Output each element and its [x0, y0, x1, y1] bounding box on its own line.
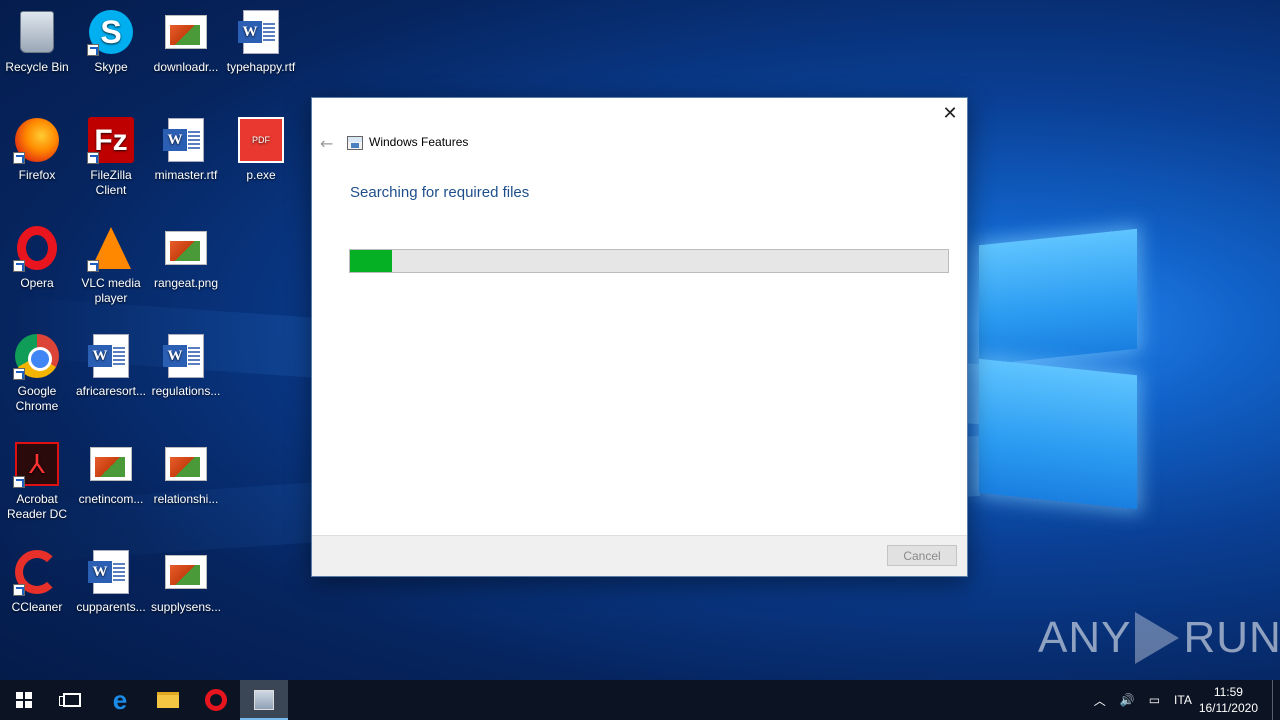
desktop-icon-cupparents[interactable]: W cupparents... — [74, 548, 148, 615]
image-file-icon — [162, 8, 210, 56]
desktop-icon-skype[interactable]: S Skype — [74, 8, 148, 75]
firefox-icon — [13, 116, 61, 164]
desktop-icon-chrome[interactable]: Google Chrome — [0, 332, 74, 414]
language-indicator[interactable]: ITA — [1174, 693, 1192, 707]
desktop-icon-label: Acrobat Reader DC — [6, 492, 68, 521]
desktop-icon-label: mimaster.rtf — [154, 168, 218, 182]
desktop-icon-opera[interactable]: Opera — [0, 224, 74, 291]
network-icon[interactable]: ▭ — [1149, 693, 1160, 707]
desktop-icon-p-exe[interactable]: PDF p.exe — [224, 116, 298, 183]
windows-features-icon — [347, 136, 363, 150]
watermark-text-right: RUN — [1183, 613, 1280, 662]
ccleaner-icon — [13, 548, 61, 596]
clock-time: 11:59 — [1213, 685, 1243, 699]
clock[interactable]: 11:59 16/11/2020 — [1199, 684, 1258, 716]
clock-date: 16/11/2020 — [1198, 701, 1258, 715]
opera-icon — [13, 224, 61, 272]
desktop-icon-africaresort[interactable]: W africaresort... — [74, 332, 148, 399]
chrome-icon — [13, 332, 61, 380]
taskbar-opera[interactable] — [192, 680, 240, 720]
desktop-icon-label: downloadr... — [153, 60, 219, 74]
desktop-icon-label: VLC media player — [81, 276, 141, 305]
show-desktop-button[interactable] — [1272, 680, 1280, 720]
volume-icon[interactable]: 🔊 — [1120, 693, 1135, 707]
desktop-icon-label: rangeat.png — [153, 276, 219, 290]
word-document-icon: W — [87, 332, 135, 380]
desktop-icon-label: CCleaner — [11, 600, 63, 614]
folder-icon — [157, 692, 179, 708]
desktop-icon-label: cupparents... — [76, 600, 146, 614]
desktop-icon-label: relationshi... — [153, 492, 219, 506]
desktop-icon-label: supplysens... — [150, 600, 222, 614]
desktop-icon-label: Recycle Bin — [5, 60, 69, 74]
windows-features-icon — [254, 690, 274, 710]
pdf-icon: PDF — [237, 116, 285, 164]
word-document-icon: W — [162, 116, 210, 164]
desktop-icon-supplysens[interactable]: supplysens... — [149, 548, 223, 615]
edge-icon: e — [112, 684, 128, 715]
desktop-icon-label: p.exe — [246, 168, 276, 182]
desktop-icon-mimaster[interactable]: W mimaster.rtf — [149, 116, 223, 183]
status-heading: Searching for required files — [350, 184, 530, 201]
desktop-icon-ccleaner[interactable]: CCleaner — [0, 548, 74, 615]
back-arrow-icon[interactable]: ← — [320, 134, 333, 153]
desktop-icon-cnetincom[interactable]: cnetincom... — [74, 440, 148, 507]
desktop-icon-recycle-bin[interactable]: Recycle Bin — [0, 8, 74, 75]
desktop-icon-regulations[interactable]: W regulations... — [149, 332, 223, 399]
dialog-footer: Cancel — [312, 535, 967, 576]
acrobat-icon: ⅄ — [13, 440, 61, 488]
desktop-icon-relationshi[interactable]: relationshi... — [149, 440, 223, 507]
desktop-icon-label: africaresort... — [75, 384, 147, 398]
desktop-icon-label: cnetincom... — [78, 492, 144, 506]
taskbar-windows-features[interactable] — [240, 680, 288, 720]
desktop-icon-downloadr[interactable]: downloadr... — [149, 8, 223, 75]
windows-logo-icon — [16, 692, 32, 708]
progress-bar — [349, 249, 949, 273]
system-tray: ︿ 🔊 ▭ ITA 11:59 16/11/2020 — [1087, 680, 1280, 720]
desktop-icon-rangeat[interactable]: rangeat.png — [149, 224, 223, 291]
anyrun-watermark: ANY RUN — [1038, 612, 1280, 664]
desktop-icon-label: Google Chrome — [15, 384, 59, 413]
desktop-icon-filezilla[interactable]: Fz FileZilla Client — [74, 116, 148, 198]
word-document-icon: W — [237, 8, 285, 56]
taskbar-file-explorer[interactable] — [144, 680, 192, 720]
desktop-icon-label: Firefox — [18, 168, 56, 182]
watermark-text-left: ANY — [1038, 613, 1132, 662]
skype-icon: S — [87, 8, 135, 56]
word-document-icon: W — [87, 548, 135, 596]
word-document-icon: W — [162, 332, 210, 380]
desktop-icon-label: typehappy.rtf — [226, 60, 296, 74]
task-view-button[interactable] — [48, 680, 96, 720]
desktop-icon-typehappy[interactable]: W typehappy.rtf — [224, 8, 298, 75]
desktop-icon-firefox[interactable]: Firefox — [0, 116, 74, 183]
desktop-icon-vlc[interactable]: VLC media player — [74, 224, 148, 306]
image-file-icon — [87, 440, 135, 488]
image-file-icon — [162, 440, 210, 488]
close-button[interactable]: ✕ — [937, 100, 963, 126]
desktop-icon-label: Opera — [20, 276, 54, 290]
desktop-icon-label: Skype — [94, 60, 128, 74]
filezilla-icon: Fz — [87, 116, 135, 164]
start-button[interactable] — [0, 680, 48, 720]
wallpaper-windows-logo — [975, 215, 1145, 515]
desktop-icon-label: FileZilla Client — [90, 168, 132, 197]
desktop-icon-label: regulations... — [151, 384, 221, 398]
progress-bar-fill — [350, 250, 392, 272]
taskbar: e ︿ 🔊 ▭ ITA 11:59 16/11/2020 — [0, 680, 1280, 720]
image-file-icon — [162, 224, 210, 272]
taskbar-edge[interactable]: e — [96, 680, 144, 720]
desktop-icon-acrobat[interactable]: ⅄ Acrobat Reader DC — [0, 440, 74, 522]
dialog-title: Windows Features — [369, 135, 469, 149]
vlc-icon — [87, 224, 135, 272]
cancel-button[interactable]: Cancel — [887, 545, 957, 566]
opera-icon — [205, 689, 227, 711]
windows-features-dialog: ✕ ← Windows Features Searching for requi… — [311, 97, 968, 577]
task-view-icon — [59, 693, 81, 707]
image-file-icon — [162, 548, 210, 596]
play-icon — [1135, 612, 1180, 664]
recycle-bin-icon — [13, 8, 61, 56]
chevron-up-icon[interactable]: ︿ — [1094, 692, 1106, 709]
